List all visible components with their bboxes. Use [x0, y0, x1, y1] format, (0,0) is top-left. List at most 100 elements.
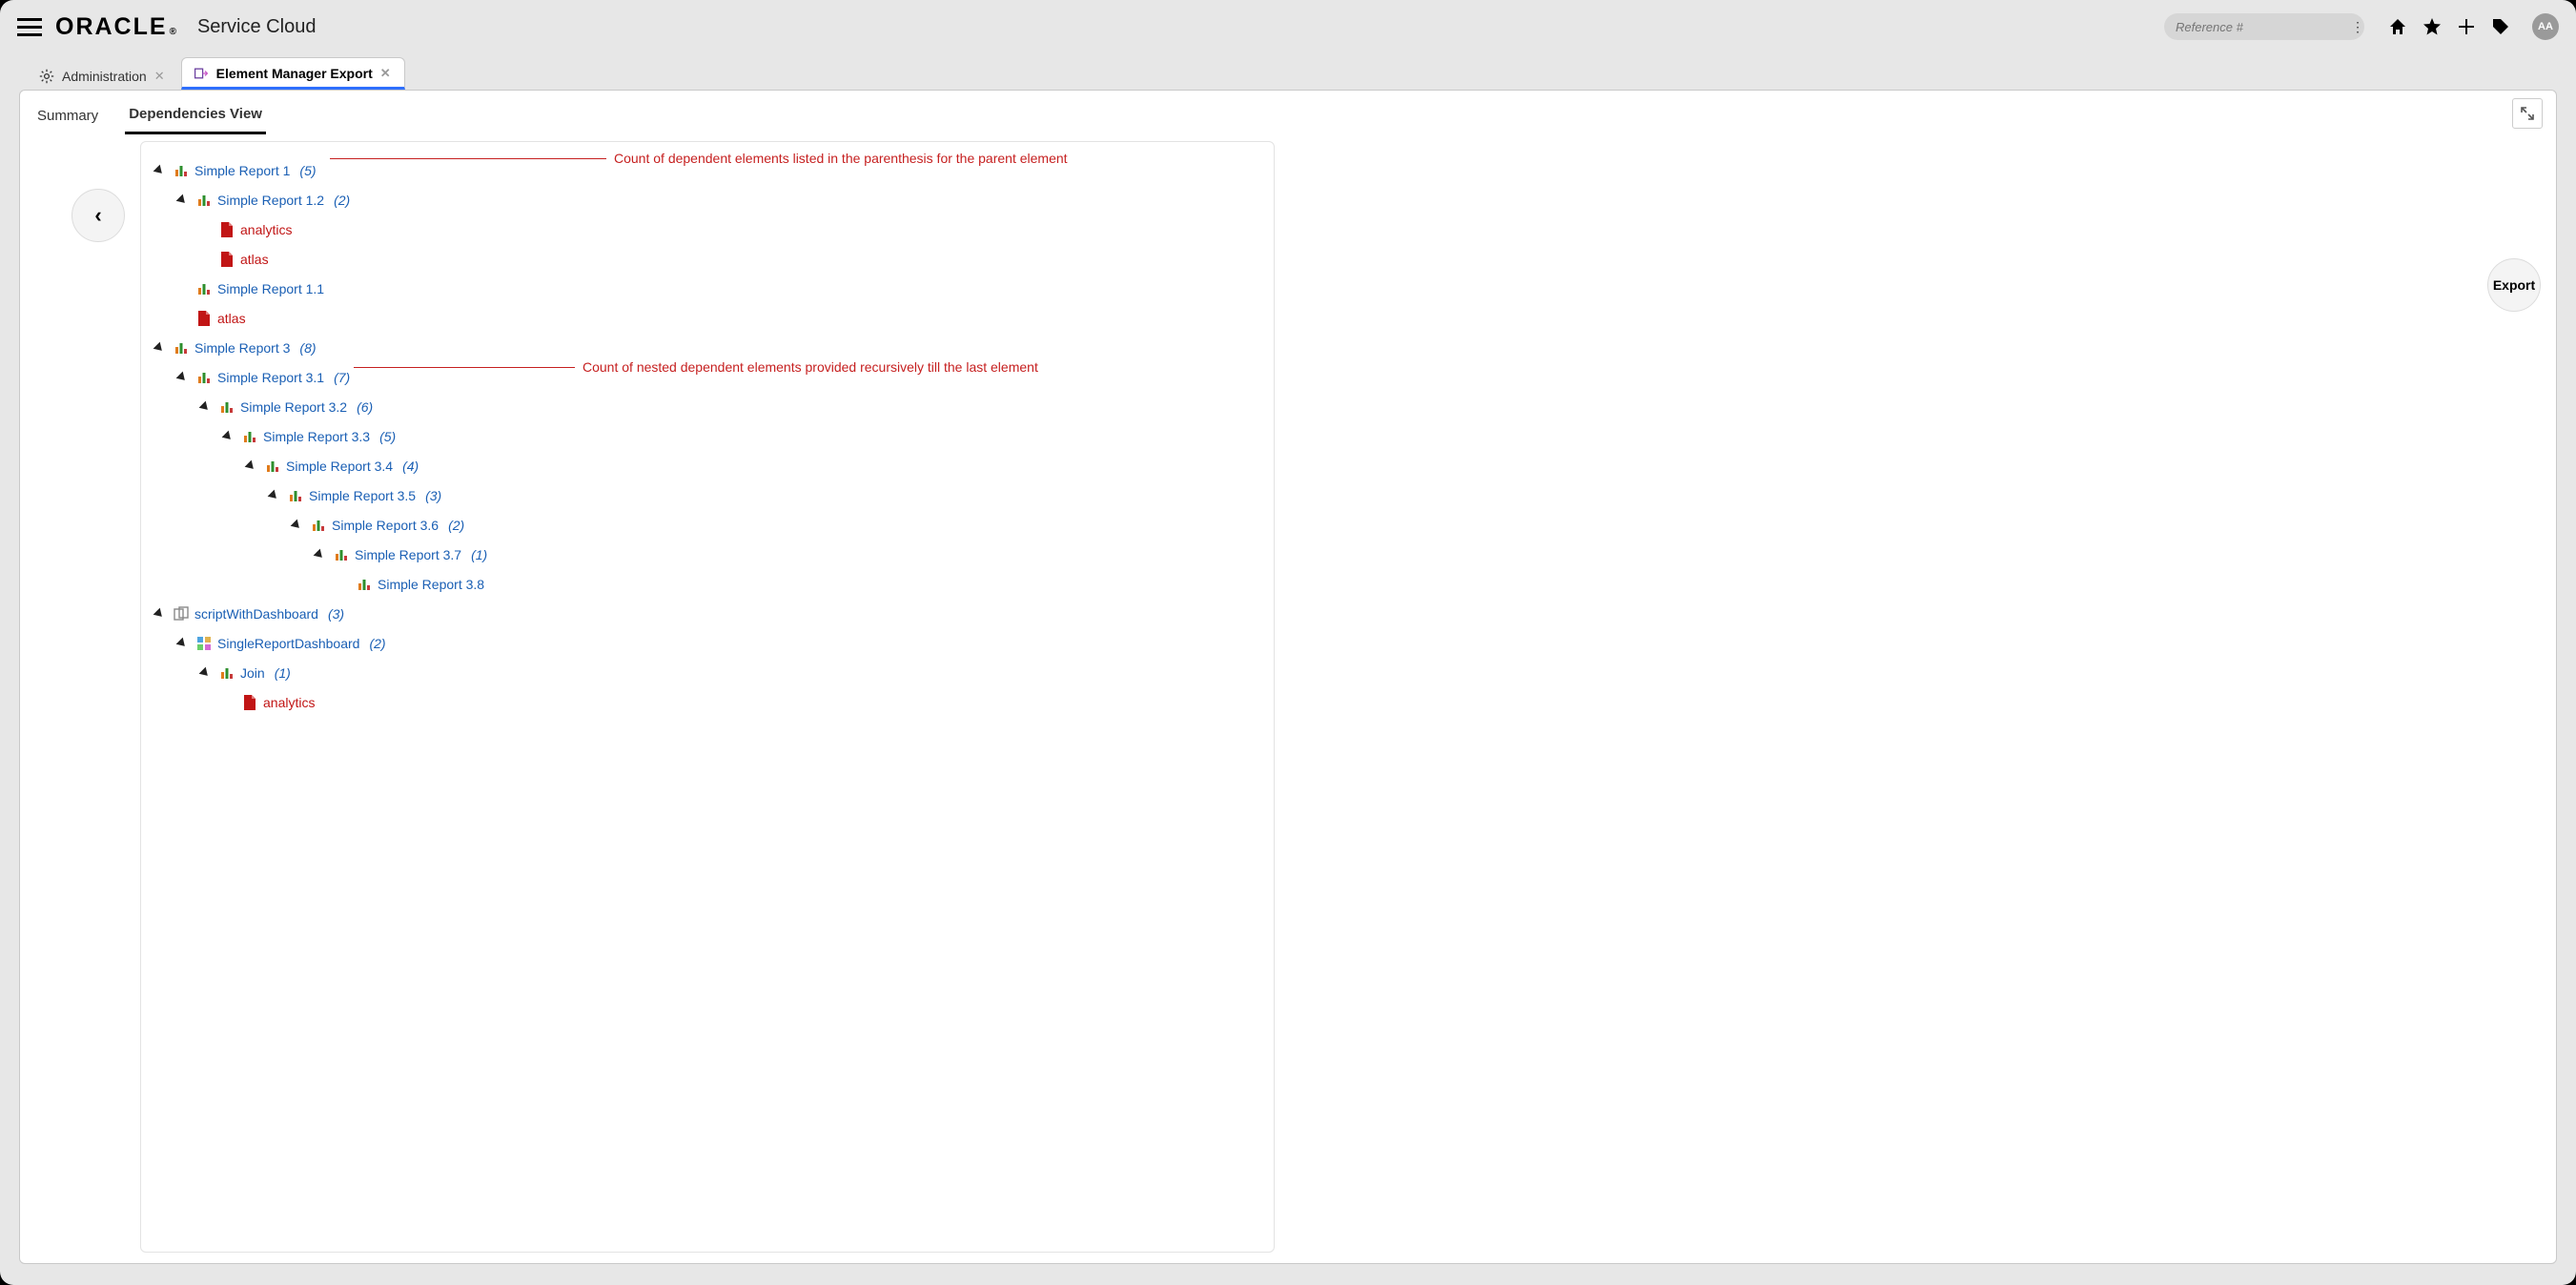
content-row: ‹ Simple Report 1 (5) Simple Report 1.2 (2)…: [20, 135, 2556, 1264]
tree-row[interactable]: Simple Report 3 (8): [154, 333, 1260, 362]
app-tabs: Administration ✕ Element Manager Export …: [0, 53, 2576, 90]
tab-element-manager-export[interactable]: Element Manager Export ✕: [181, 57, 405, 90]
tree-node-name[interactable]: Simple Report 3.2: [240, 399, 347, 415]
twisty-icon[interactable]: [153, 164, 166, 176]
tab-label: Element Manager Export: [216, 66, 373, 81]
export-button[interactable]: Export: [2487, 258, 2541, 312]
tree-row[interactable]: Join (1): [154, 658, 1260, 687]
tree-node-name[interactable]: Simple Report 1.1: [217, 281, 324, 296]
twisty-icon[interactable]: [199, 666, 212, 679]
tree-row[interactable]: Simple Report 3.6(2): [154, 510, 1260, 540]
tree-node-name[interactable]: atlas: [240, 252, 269, 267]
tree-node-name[interactable]: Simple Report 3.3: [263, 429, 370, 444]
twisty-icon[interactable]: [245, 459, 257, 472]
close-icon[interactable]: ✕: [154, 69, 165, 84]
page-canvas: Summary Dependencies View ‹ Simple Repor…: [19, 90, 2557, 1264]
tree-node-name[interactable]: Simple Report 1: [194, 163, 290, 178]
file-icon: [219, 252, 235, 267]
chevron-left-icon: ‹: [94, 203, 101, 228]
tree-row[interactable]: analytics: [154, 687, 1260, 717]
tree-row[interactable]: SingleReportDashboard(2): [154, 628, 1260, 658]
tree-node-name[interactable]: Simple Report 1.2: [217, 193, 324, 208]
report-icon: [265, 459, 280, 474]
tree-node-name[interactable]: analytics: [263, 695, 315, 710]
tree-row[interactable]: atlas: [154, 303, 1260, 333]
tree-node-name[interactable]: atlas: [217, 311, 246, 326]
twisty-icon[interactable]: [176, 637, 189, 649]
tree-node-name[interactable]: Join: [240, 665, 265, 681]
twisty-icon[interactable]: [153, 341, 166, 354]
twisty-icon[interactable]: [314, 548, 326, 561]
expand-button[interactable]: [2512, 98, 2543, 129]
tree-node-count: (5): [299, 163, 316, 178]
tree-node-name[interactable]: Simple Report 3.6: [332, 518, 439, 533]
search-input[interactable]: [2174, 19, 2347, 35]
tree-node-name[interactable]: Simple Report 3.7: [355, 547, 461, 562]
tag-icon[interactable]: [2490, 16, 2511, 37]
tree-row[interactable]: Simple Report 3.8: [154, 569, 1260, 599]
file-icon: [219, 222, 235, 237]
report-icon: [242, 429, 257, 444]
report-icon: [334, 547, 349, 562]
gear-icon: [39, 69, 54, 84]
more-icon[interactable]: ⋮: [2351, 19, 2364, 35]
script-icon: [174, 606, 189, 622]
subtab-summary[interactable]: Summary: [33, 102, 102, 133]
tree-row[interactable]: Simple Report 3.1(7): [154, 362, 1260, 392]
home-icon[interactable]: [2387, 16, 2408, 37]
tree-node-name[interactable]: SingleReportDashboard: [217, 636, 359, 651]
header: ORACLE® Service Cloud ⋮ AA: [0, 0, 2576, 53]
report-icon: [219, 399, 235, 415]
search-pill[interactable]: ⋮: [2164, 13, 2364, 40]
subtab-dependencies-view[interactable]: Dependencies View: [125, 100, 266, 134]
plus-icon[interactable]: [2456, 16, 2477, 37]
tree-row[interactable]: Simple Report 3.5 (3): [154, 480, 1260, 510]
tree-row[interactable]: Simple Report 3.3 (5): [154, 421, 1260, 451]
report-icon: [288, 488, 303, 503]
tree-row[interactable]: atlas: [154, 244, 1260, 274]
tree-node-count: (8): [299, 340, 316, 356]
twisty-icon[interactable]: [268, 489, 280, 501]
twisty-icon[interactable]: [176, 371, 189, 383]
tree-node-name[interactable]: Simple Report 3.5: [309, 488, 416, 503]
tree-node-name[interactable]: Simple Report 3.8: [378, 577, 484, 592]
file-icon: [196, 311, 212, 326]
tree-node-count: (6): [357, 399, 373, 415]
report-icon: [174, 163, 189, 178]
menu-icon[interactable]: [17, 14, 42, 39]
tree-row[interactable]: Simple Report 1.1: [154, 274, 1260, 303]
report-icon: [357, 577, 372, 592]
star-icon[interactable]: [2422, 16, 2443, 37]
tree-node-count: (2): [334, 193, 350, 208]
tree-row[interactable]: Simple Report 1 (5): [154, 155, 1260, 185]
twisty-icon[interactable]: [222, 430, 235, 442]
tree-node-count: (1): [275, 665, 291, 681]
nav-back-button[interactable]: ‹: [72, 189, 125, 242]
expand-icon: [2520, 106, 2535, 121]
twisty-icon[interactable]: [153, 607, 166, 620]
tree-node-name[interactable]: Simple Report 3: [194, 340, 290, 356]
tree-row[interactable]: Simple Report 3.2 (6): [154, 392, 1260, 421]
twisty-icon[interactable]: [176, 194, 189, 206]
avatar[interactable]: AA: [2532, 13, 2559, 40]
tree-node-count: (3): [425, 488, 441, 503]
report-icon: [311, 518, 326, 533]
tree-node-count: (4): [402, 459, 419, 474]
twisty-icon[interactable]: [199, 400, 212, 413]
tree-row[interactable]: Simple Report 1.2 (2): [154, 185, 1260, 214]
tree-row[interactable]: scriptWithDashboard(3): [154, 599, 1260, 628]
tree-node-name[interactable]: analytics: [240, 222, 292, 237]
dashboard-icon: [196, 636, 212, 651]
tree-node-count: (5): [379, 429, 396, 444]
close-icon[interactable]: ✕: [380, 66, 391, 81]
subtabs: Summary Dependencies View: [20, 91, 2556, 135]
tree-node-name[interactable]: Simple Report 3.1: [217, 370, 324, 385]
tree-node-name[interactable]: Simple Report 3.4: [286, 459, 393, 474]
tree-row[interactable]: analytics: [154, 214, 1260, 244]
tree-node-count: (1): [471, 547, 487, 562]
tree-node-name[interactable]: scriptWithDashboard: [194, 606, 318, 622]
twisty-icon[interactable]: [291, 519, 303, 531]
tree-row[interactable]: Simple Report 3.4 (4): [154, 451, 1260, 480]
tree-row[interactable]: Simple Report 3.7 (1): [154, 540, 1260, 569]
tab-administration[interactable]: Administration ✕: [27, 60, 179, 90]
